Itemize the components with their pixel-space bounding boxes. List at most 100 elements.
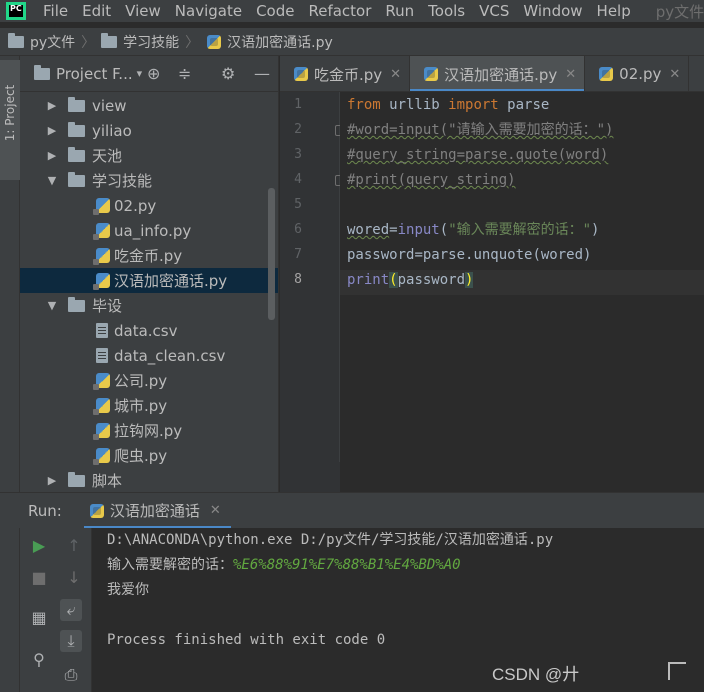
project-tool-button[interactable]: 1: Project (0, 60, 20, 180)
close-icon[interactable]: ✕ (565, 67, 576, 82)
run-panel-label: Run: (28, 501, 62, 520)
tree-item-bishe[interactable]: ▼ 毕设 (20, 293, 278, 318)
text-file-icon (96, 323, 108, 338)
tree-item-chengshi-py[interactable]: 城市.py (20, 393, 278, 418)
text-file-icon (96, 348, 108, 363)
menu-file[interactable]: File (43, 2, 68, 20)
menu-vcs[interactable]: VCS (479, 2, 509, 20)
tree-item-data-csv[interactable]: data.csv (20, 318, 278, 343)
tree-item-view[interactable]: ▶ view (20, 93, 278, 118)
close-icon[interactable]: ✕ (210, 503, 221, 518)
project-tool-label: 1: Project (3, 84, 17, 142)
tree-item-label: data_clean.csv (114, 346, 226, 365)
code-token: ( (389, 272, 398, 288)
menu-view[interactable]: View (125, 2, 161, 20)
collapse-all-icon[interactable]: ≑ (178, 64, 191, 83)
menu-navigate[interactable]: Navigate (175, 2, 242, 20)
menu-edit[interactable]: Edit (82, 2, 111, 20)
tree-item-label: 学习技能 (92, 172, 153, 190)
tree-item-label: 天池 (92, 147, 123, 165)
collapse-arrow-icon[interactable]: ▼ (46, 299, 58, 312)
line-number: 3 (294, 147, 302, 162)
run-toolbar: ▶ ↑ ■ ↓ ⤶ ▦ ⤓ ⚲ ⎙ (20, 528, 92, 692)
tab-chijinbi[interactable]: 吃金币.py ✕ (280, 56, 411, 91)
scroll-up-icon[interactable]: ↑ (63, 534, 85, 556)
tree-item-gongsi-py[interactable]: 公司.py (20, 368, 278, 393)
tree-item-xuexijineng[interactable]: ▼ 学习技能 (20, 168, 278, 193)
tree-item-pachong-py[interactable]: 爬虫.py (20, 443, 278, 468)
menu-help[interactable]: Help (597, 2, 631, 20)
tree-item-02-py[interactable]: 02.py (20, 193, 278, 218)
menu-refactor[interactable]: Refactor (308, 2, 371, 20)
locate-target-icon[interactable]: ⊕ (147, 64, 160, 83)
expand-arrow-icon[interactable]: ▶ (46, 474, 58, 487)
run-config-tab[interactable]: 汉语加密通话 ✕ (83, 493, 231, 529)
code-line-6: wored=input("输入需要解密的话：") (347, 218, 599, 243)
code-editor[interactable]: from urllib import parse #word=input("请输… (340, 92, 704, 462)
rerun-icon[interactable]: ▶ (28, 534, 50, 556)
chevron-down-icon[interactable]: ▾ (137, 67, 143, 80)
tree-item-data-clean-csv[interactable]: data_clean.csv (20, 343, 278, 368)
tree-item-label: data.csv (114, 321, 178, 340)
code-token: #word=input("请输入需要加密的话：") (347, 122, 614, 138)
breadcrumb-item-folder[interactable]: 学习技能 (123, 32, 179, 52)
expand-arrow-icon[interactable]: ▶ (46, 124, 58, 137)
console-prompt-line: 输入需要解密的话：%E6%88%91%E7%88%B1%E4%BD%A0 (107, 553, 461, 578)
tree-item-chijinbi-py[interactable]: 吃金币.py (20, 243, 278, 268)
console-user-input: %E6%88%91%E7%88%B1%E4%BD%A0 (233, 557, 461, 573)
python-file-icon (93, 398, 110, 415)
run-console-output[interactable]: D:\ANACONDA\python.exe D:/py文件/学习技能/汉语加密… (92, 528, 704, 692)
tree-item-label: yiliao (92, 121, 132, 140)
code-token: =parse.unquote(wored) (414, 247, 592, 263)
window-title: py文件 (655, 2, 704, 21)
breadcrumb-item-file[interactable]: 汉语加密通话.py (227, 32, 333, 52)
folder-icon (68, 122, 85, 137)
folder-icon (68, 472, 85, 487)
project-scrollbar[interactable] (268, 188, 275, 320)
print-icon[interactable]: ⎙ (60, 664, 82, 686)
scroll-to-end-icon[interactable]: ⤓ (60, 630, 82, 652)
menu-tools[interactable]: Tools (428, 2, 465, 20)
tree-item-lagouwang-py[interactable]: 拉钩网.py (20, 418, 278, 443)
project-panel-header: Project F... ▾ ⊕ ≑ ⚙ — (20, 56, 278, 92)
layout-icon[interactable]: ▦ (28, 606, 50, 628)
close-icon[interactable]: ✕ (390, 67, 401, 82)
python-file-icon (93, 248, 110, 265)
pin-icon[interactable]: ⚲ (28, 648, 50, 670)
tree-item-yiliao[interactable]: ▶ yiliao (20, 118, 278, 143)
menu-run[interactable]: Run (385, 2, 414, 20)
stop-icon[interactable]: ■ (28, 566, 50, 588)
code-token: from (347, 97, 381, 113)
folder-icon (68, 297, 85, 312)
tree-item-hanyu-jiami-py[interactable]: 汉语加密通话.py (20, 268, 278, 293)
corner-expand-icon[interactable] (668, 662, 686, 680)
hide-panel-icon[interactable]: — (254, 64, 270, 83)
gear-icon[interactable]: ⚙ (221, 64, 235, 83)
tree-item-tianchi[interactable]: ▶ 天池 (20, 143, 278, 168)
tree-item-label: 02.py (114, 196, 157, 215)
python-file-icon (207, 34, 222, 49)
breadcrumb-item-root[interactable]: py文件 (30, 32, 75, 52)
python-file-icon (93, 373, 110, 390)
python-file-icon (93, 448, 110, 465)
collapse-arrow-icon[interactable]: ▼ (46, 174, 58, 187)
menu-code[interactable]: Code (256, 2, 294, 20)
expand-arrow-icon[interactable]: ▶ (46, 149, 58, 162)
menu-window[interactable]: Window (523, 2, 582, 20)
tree-item-ua-info-py[interactable]: ua_info.py (20, 218, 278, 243)
soft-wrap-icon[interactable]: ⤶ (60, 599, 82, 621)
close-icon[interactable]: ✕ (669, 67, 680, 82)
console-result-line: 我爱你 (107, 582, 149, 598)
tree-item-jiaoben[interactable]: ▶ 脚本 (20, 468, 278, 492)
tree-item-label: 拉钩网.py (114, 422, 183, 440)
code-token: "输入需要解密的话：" (448, 222, 592, 238)
line-number: 5 (294, 197, 302, 212)
console-prompt: 输入需要解密的话： (107, 557, 233, 573)
scroll-down-icon[interactable]: ↓ (63, 566, 85, 588)
tab-hanyu-jiami[interactable]: 汉语加密通话.py ✕ (410, 56, 586, 91)
code-token: #print(query_string) (347, 172, 516, 188)
tab-02[interactable]: 02.py ✕ (585, 56, 690, 91)
project-view-selector[interactable]: Project F... (56, 65, 133, 83)
menu-bar: PC File Edit View Navigate Code Refactor… (0, 0, 704, 22)
expand-arrow-icon[interactable]: ▶ (46, 99, 58, 112)
